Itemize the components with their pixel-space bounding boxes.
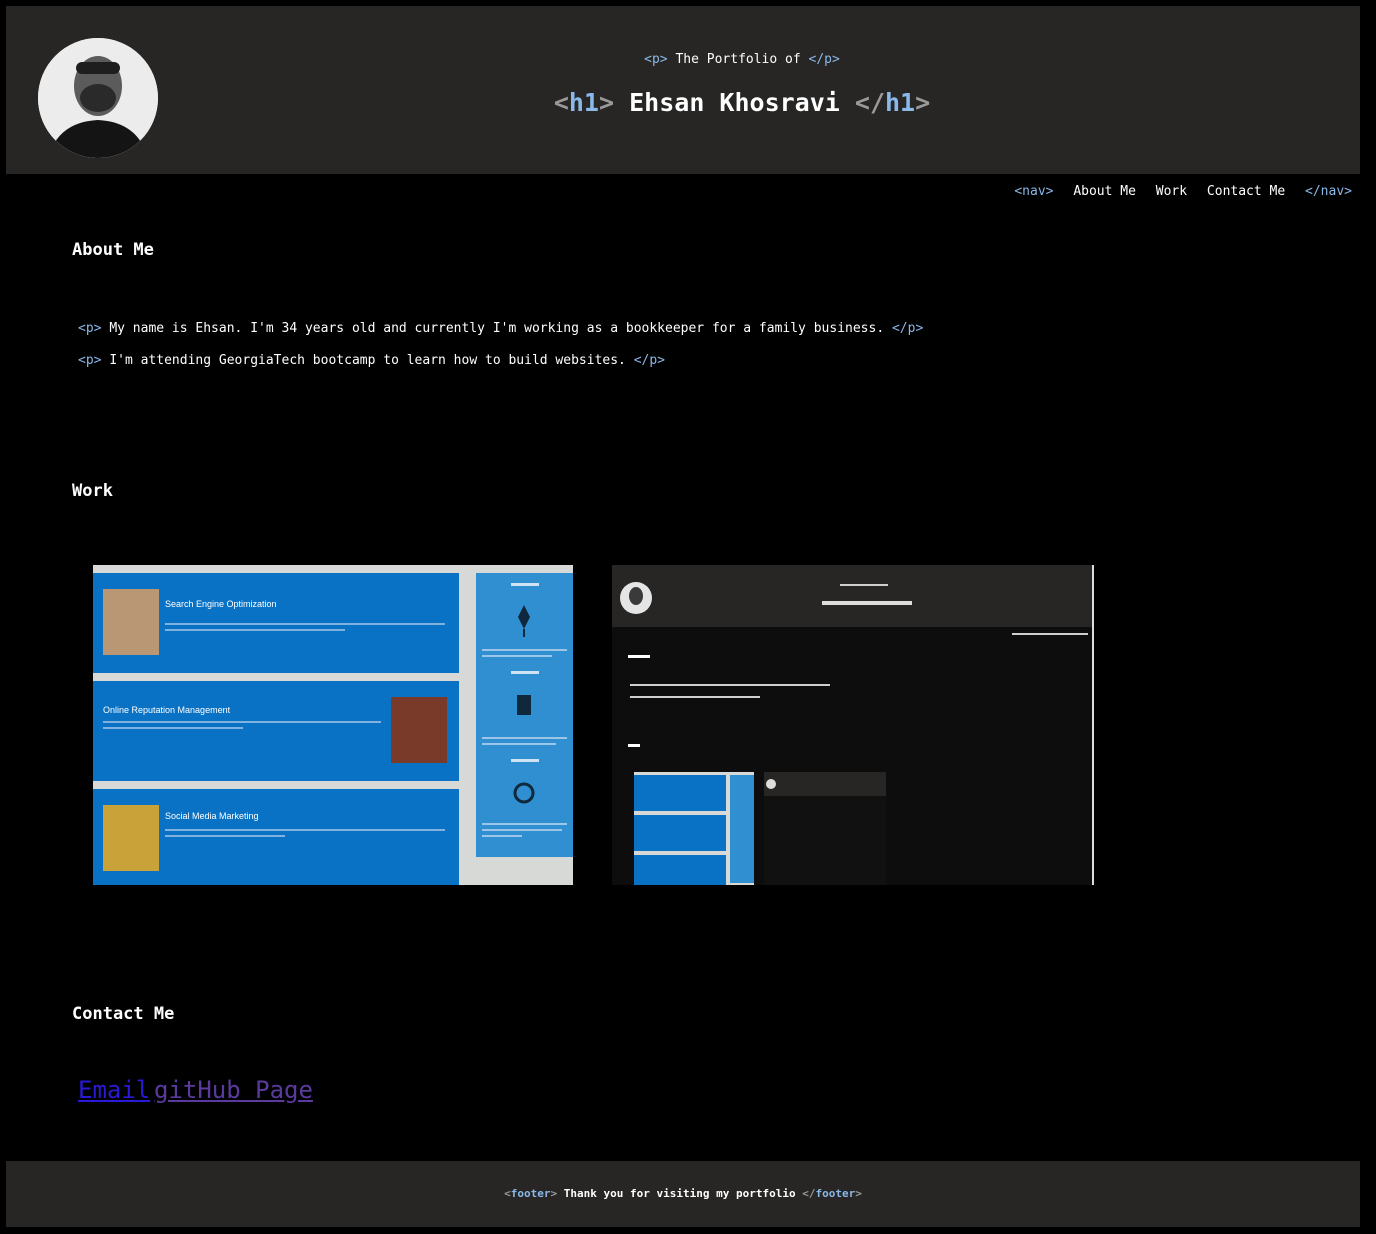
work-heading: Work	[72, 481, 113, 501]
text-line	[165, 829, 445, 831]
footer-open-bracket: <	[504, 1187, 511, 1200]
p-open-tag: <p>	[78, 353, 102, 368]
text-line	[103, 721, 381, 723]
nav-close-tag: </nav>	[1305, 184, 1352, 199]
h1-open-tag: h1	[568, 88, 599, 117]
work-screenshot-portfolio[interactable]	[612, 565, 1094, 885]
service-image	[391, 697, 447, 763]
footer-message: Thank you for visiting my portfolio	[563, 1187, 796, 1200]
text-line	[165, 623, 445, 625]
benefit-icons	[482, 583, 567, 837]
contact-heading: Contact Me	[72, 1004, 175, 1024]
nav-open-tag: <nav>	[1014, 184, 1054, 199]
about-paragraph-text: My name is Ehsan. I'm 34 years old and c…	[109, 321, 885, 336]
footer-close-tag: footer	[815, 1187, 856, 1200]
about-paragraph-1: <p> My name is Ehsan. I'm 34 years old a…	[78, 321, 923, 336]
benefits-sidebar	[476, 573, 573, 857]
footer-open-end: >	[550, 1187, 558, 1200]
service-image	[103, 805, 159, 871]
nav-item-contact-me[interactable]: Contact Me	[1207, 184, 1285, 199]
h1-open-bracket: <	[553, 88, 569, 117]
email-link[interactable]: Email	[78, 1076, 150, 1104]
subtitle-text: The Portfolio of	[675, 52, 801, 67]
text-line	[103, 727, 243, 729]
service-title: Social Media Marketing	[165, 811, 259, 821]
site-footer: <footer> Thank you for visiting my portf…	[6, 1161, 1360, 1227]
about-heading: About Me	[72, 240, 154, 260]
p-open-tag: <p>	[78, 321, 102, 336]
service-card: Search Engine Optimization	[93, 573, 459, 673]
service-title: Online Reputation Management	[103, 705, 231, 715]
text-line	[165, 629, 345, 631]
p-close-tag: </p>	[891, 321, 924, 336]
about-paragraph-text: I'm attending GeorgiaTech bootcamp to le…	[109, 353, 626, 368]
github-link[interactable]: gitHub Page	[154, 1076, 313, 1104]
p-open-tag: <p>	[644, 52, 668, 67]
site-header: <p> The Portfolio of </p> <h1> Ehsan Kho…	[6, 6, 1360, 174]
work-screenshot-marketing[interactable]: Search Engine Optimization Online Reputa…	[93, 565, 573, 885]
main-nav: <nav> About Me Work Contact Me </nav>	[1002, 184, 1352, 199]
h1-close-bracket: </	[854, 88, 885, 117]
nav-item-work[interactable]: Work	[1156, 184, 1187, 199]
service-card: Online Reputation Management	[93, 681, 459, 781]
p-close-tag: </p>	[633, 353, 666, 368]
page-title: <h1> Ehsan Khosravi </h1>	[6, 88, 1376, 117]
nav-item-about-me[interactable]: About Me	[1073, 184, 1136, 199]
header-subtitle: <p> The Portfolio of </p>	[6, 52, 1376, 67]
h1-close-tag: h1	[885, 88, 916, 117]
service-title: Search Engine Optimization	[165, 599, 277, 609]
footer-open-tag: footer	[510, 1187, 551, 1200]
service-card: Social Media Marketing	[93, 789, 459, 885]
text-line	[165, 835, 285, 837]
about-paragraph-2: <p> I'm attending GeorgiaTech bootcamp t…	[78, 353, 665, 368]
footer-text: <footer> Thank you for visiting my portf…	[6, 1187, 1360, 1200]
h1-open-end: >	[598, 88, 615, 117]
service-image	[103, 589, 159, 655]
footer-close-bracket: </	[802, 1187, 816, 1200]
h1-close-end: >	[915, 88, 931, 117]
portfolio-preview-image	[612, 565, 1092, 885]
footer-close-end: >	[855, 1187, 862, 1200]
title-text: Ehsan Khosravi	[629, 88, 840, 117]
p-close-tag: </p>	[808, 52, 840, 67]
